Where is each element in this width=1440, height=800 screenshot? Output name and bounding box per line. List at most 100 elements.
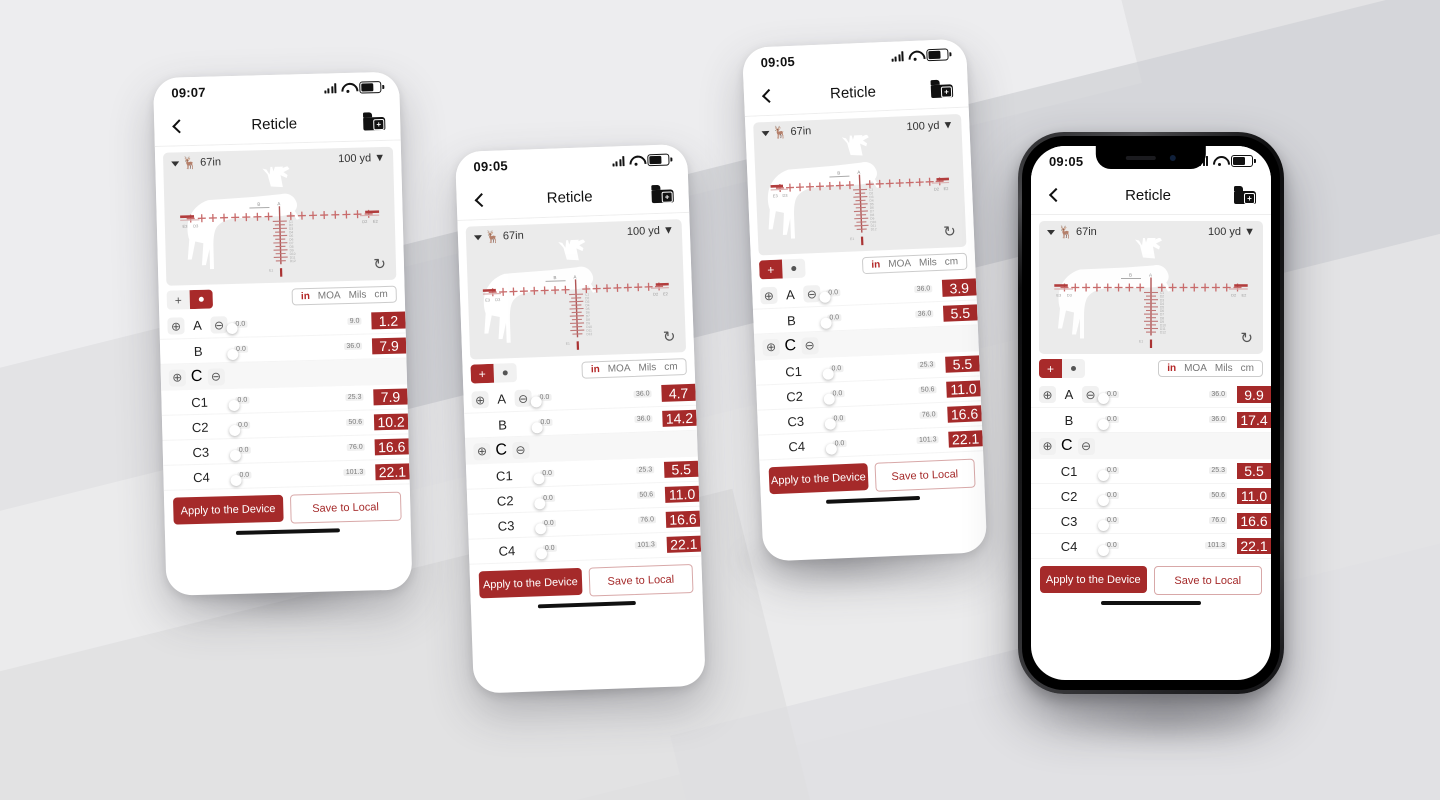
reticle-canvas[interactable]: E3D3D2E2BAC1D2D3D4D5D6D7D8D9D10D11D12E1F…: [474, 227, 678, 362]
slider-container[interactable]: 0.0 25.3: [227, 393, 373, 411]
refresh-icon[interactable]: ↻: [663, 328, 676, 345]
slider-container[interactable]: 0.0 101.3: [1097, 542, 1237, 556]
slider-knob[interactable]: [1097, 469, 1109, 481]
caret-down-icon[interactable]: [171, 160, 180, 167]
slider-container[interactable]: 0.0 36.0: [226, 342, 372, 360]
slider-knob[interactable]: [228, 424, 240, 436]
slider-container[interactable]: 0.0 36.0: [1097, 416, 1237, 430]
slider-knob[interactable]: [535, 547, 547, 559]
circle-minus-icon[interactable]: ⊖: [511, 441, 530, 459]
unit-option-mils[interactable]: Mils: [1215, 363, 1233, 374]
apply-to-device-button[interactable]: Apply to the Device: [478, 567, 583, 599]
caret-down-icon[interactable]: [473, 234, 483, 240]
slider-container[interactable]: 0.0 76.0: [534, 516, 666, 534]
refresh-icon[interactable]: ↻: [943, 223, 956, 241]
circle-plus-icon[interactable]: ⊕: [1039, 437, 1056, 455]
slider-knob[interactable]: [532, 472, 545, 484]
toggle-dot[interactable]: [1062, 359, 1085, 378]
toggle-dot[interactable]: [493, 363, 517, 383]
slider-container[interactable]: 0.0 50.6: [1097, 492, 1237, 506]
circle-minus-icon[interactable]: ⊖: [207, 367, 225, 386]
circle-minus-icon[interactable]: ⊖: [514, 389, 532, 408]
slider-container[interactable]: 0.0 76.0: [1097, 517, 1237, 531]
circle-plus-icon[interactable]: ⊕: [168, 368, 187, 387]
save-to-local-button[interactable]: Save to Local: [289, 491, 402, 524]
chevron-left-icon[interactable]: [759, 88, 776, 105]
reticle-canvas[interactable]: E3D3D2E2BAC1D2D3D4D5D6D7D8D9D10D11D12E1F…: [1047, 225, 1255, 360]
unit-option-in[interactable]: in: [871, 259, 880, 270]
slider-knob[interactable]: [530, 421, 543, 434]
circle-plus-icon[interactable]: ⊕: [471, 390, 489, 409]
slider-knob[interactable]: [225, 322, 238, 335]
unit-option-moa[interactable]: MOA: [608, 363, 631, 375]
reticle-card[interactable]: 🦌 67in 100 yd ▼ E3 D3 D2 E2 B A C1 D2 D3 D4 D5 D6 D7 D8 D…: [465, 219, 687, 362]
reticle-card[interactable]: 🦌 67in 100 yd ▼ E3 D3 D2 E2 B A C1 D2 D3 D4 D5 D6 D7 D8 D…: [162, 146, 397, 289]
chevron-left-icon[interactable]: [1046, 187, 1062, 203]
slider-knob[interactable]: [534, 522, 546, 534]
slider-container[interactable]: 0.0 36.0: [818, 284, 942, 303]
circle-plus-icon[interactable]: ⊕: [167, 317, 185, 335]
slider-knob[interactable]: [821, 367, 834, 380]
slider-container[interactable]: 0.0 50.6: [823, 386, 946, 405]
circle-minus-icon[interactable]: ⊖: [210, 316, 228, 334]
circle-plus-icon[interactable]: ⊕: [473, 442, 491, 461]
slider-container[interactable]: 0.0 50.6: [533, 491, 665, 509]
save-to-local-button[interactable]: Save to Local: [873, 458, 976, 492]
distance-selector[interactable]: 100 yd ▼: [1208, 226, 1255, 238]
unit-option-moa[interactable]: MOA: [1184, 363, 1207, 374]
unit-option-moa[interactable]: MOA: [318, 290, 341, 302]
slider-knob[interactable]: [819, 317, 832, 329]
save-to-local-button[interactable]: Save to Local: [1153, 566, 1262, 595]
slider-container[interactable]: 0.0 101.3: [535, 541, 667, 559]
apply-to-device-button[interactable]: Apply to the Device: [768, 463, 869, 495]
circle-minus-icon[interactable]: ⊖: [1077, 437, 1095, 455]
reticle-card[interactable]: 🦌 67in 100 yd ▼ E3 D3 D2 E2 B A C1 D2 D3 D4 D5 D6 D7 D8 D…: [753, 113, 967, 257]
unit-option-cm[interactable]: cm: [374, 289, 388, 300]
unit-option-moa[interactable]: MOA: [888, 258, 911, 270]
slider-container[interactable]: 0.0 50.6: [228, 418, 374, 436]
reticle-card[interactable]: 🦌 67in 100 yd ▼ E3 D3 D2 E2 B A C1 D2 D3 D4 D5 D6 D7 D8 D…: [1039, 221, 1263, 360]
refresh-icon[interactable]: ↻: [1240, 331, 1253, 346]
slider-container[interactable]: 0.0 36.0: [530, 389, 661, 408]
slider-knob[interactable]: [824, 417, 836, 430]
refresh-icon[interactable]: ↻: [373, 256, 386, 273]
slider-knob[interactable]: [227, 399, 240, 411]
slider-knob[interactable]: [1097, 494, 1109, 506]
reticle-canvas[interactable]: E3D3D2E2BAC1D2D3D4D5D6D7D8D9D10D11D12E1F…: [762, 122, 958, 257]
circle-minus-icon[interactable]: ⊖: [803, 284, 821, 303]
folder-add-icon[interactable]: +: [651, 184, 674, 204]
circle-plus-icon[interactable]: ⊕: [760, 286, 778, 305]
slider-knob[interactable]: [825, 442, 837, 455]
caret-down-icon[interactable]: [1047, 229, 1055, 235]
unit-option-in[interactable]: in: [591, 364, 600, 375]
slider-container[interactable]: 0.0 36.0: [530, 415, 662, 434]
slider-knob[interactable]: [226, 348, 238, 360]
slider-container[interactable]: 0.0 25.3: [1097, 467, 1237, 481]
unit-option-cm[interactable]: cm: [1241, 363, 1254, 374]
slider-knob[interactable]: [1097, 544, 1109, 556]
slider-knob[interactable]: [823, 392, 835, 405]
chevron-left-icon[interactable]: [471, 192, 488, 209]
reticle-canvas[interactable]: E3D3D2E2BAC1D2D3D4D5D6D7D8D9D10D11D12E1F…: [171, 154, 388, 289]
chevron-left-icon[interactable]: [169, 118, 185, 134]
apply-to-device-button[interactable]: Apply to the Device: [1040, 566, 1147, 593]
slider-container[interactable]: 0.0 36.0: [1097, 390, 1237, 404]
slider-knob[interactable]: [533, 497, 545, 509]
slider-knob[interactable]: [530, 396, 542, 408]
unit-option-cm[interactable]: cm: [945, 256, 959, 268]
toggle-dot[interactable]: [782, 259, 806, 279]
folder-add-icon[interactable]: +: [362, 112, 386, 131]
slider-container[interactable]: 0.0 36.0: [819, 310, 943, 329]
slider-container[interactable]: 0.0 25.3: [821, 361, 945, 380]
slider-container[interactable]: 0.0 101.3: [229, 468, 375, 486]
circle-minus-icon[interactable]: ⊖: [800, 336, 819, 355]
unit-option-mils[interactable]: Mils: [348, 289, 366, 300]
save-to-local-button[interactable]: Save to Local: [588, 563, 694, 597]
circle-plus-icon[interactable]: ⊕: [762, 338, 780, 356]
slider-container[interactable]: 0.0 76.0: [229, 443, 375, 461]
slider-knob[interactable]: [1097, 418, 1109, 430]
folder-add-icon[interactable]: +: [1233, 186, 1256, 204]
toggle-plus[interactable]: +: [1039, 359, 1062, 378]
folder-add-icon[interactable]: +: [930, 79, 954, 99]
unit-option-mils[interactable]: Mils: [919, 257, 937, 269]
